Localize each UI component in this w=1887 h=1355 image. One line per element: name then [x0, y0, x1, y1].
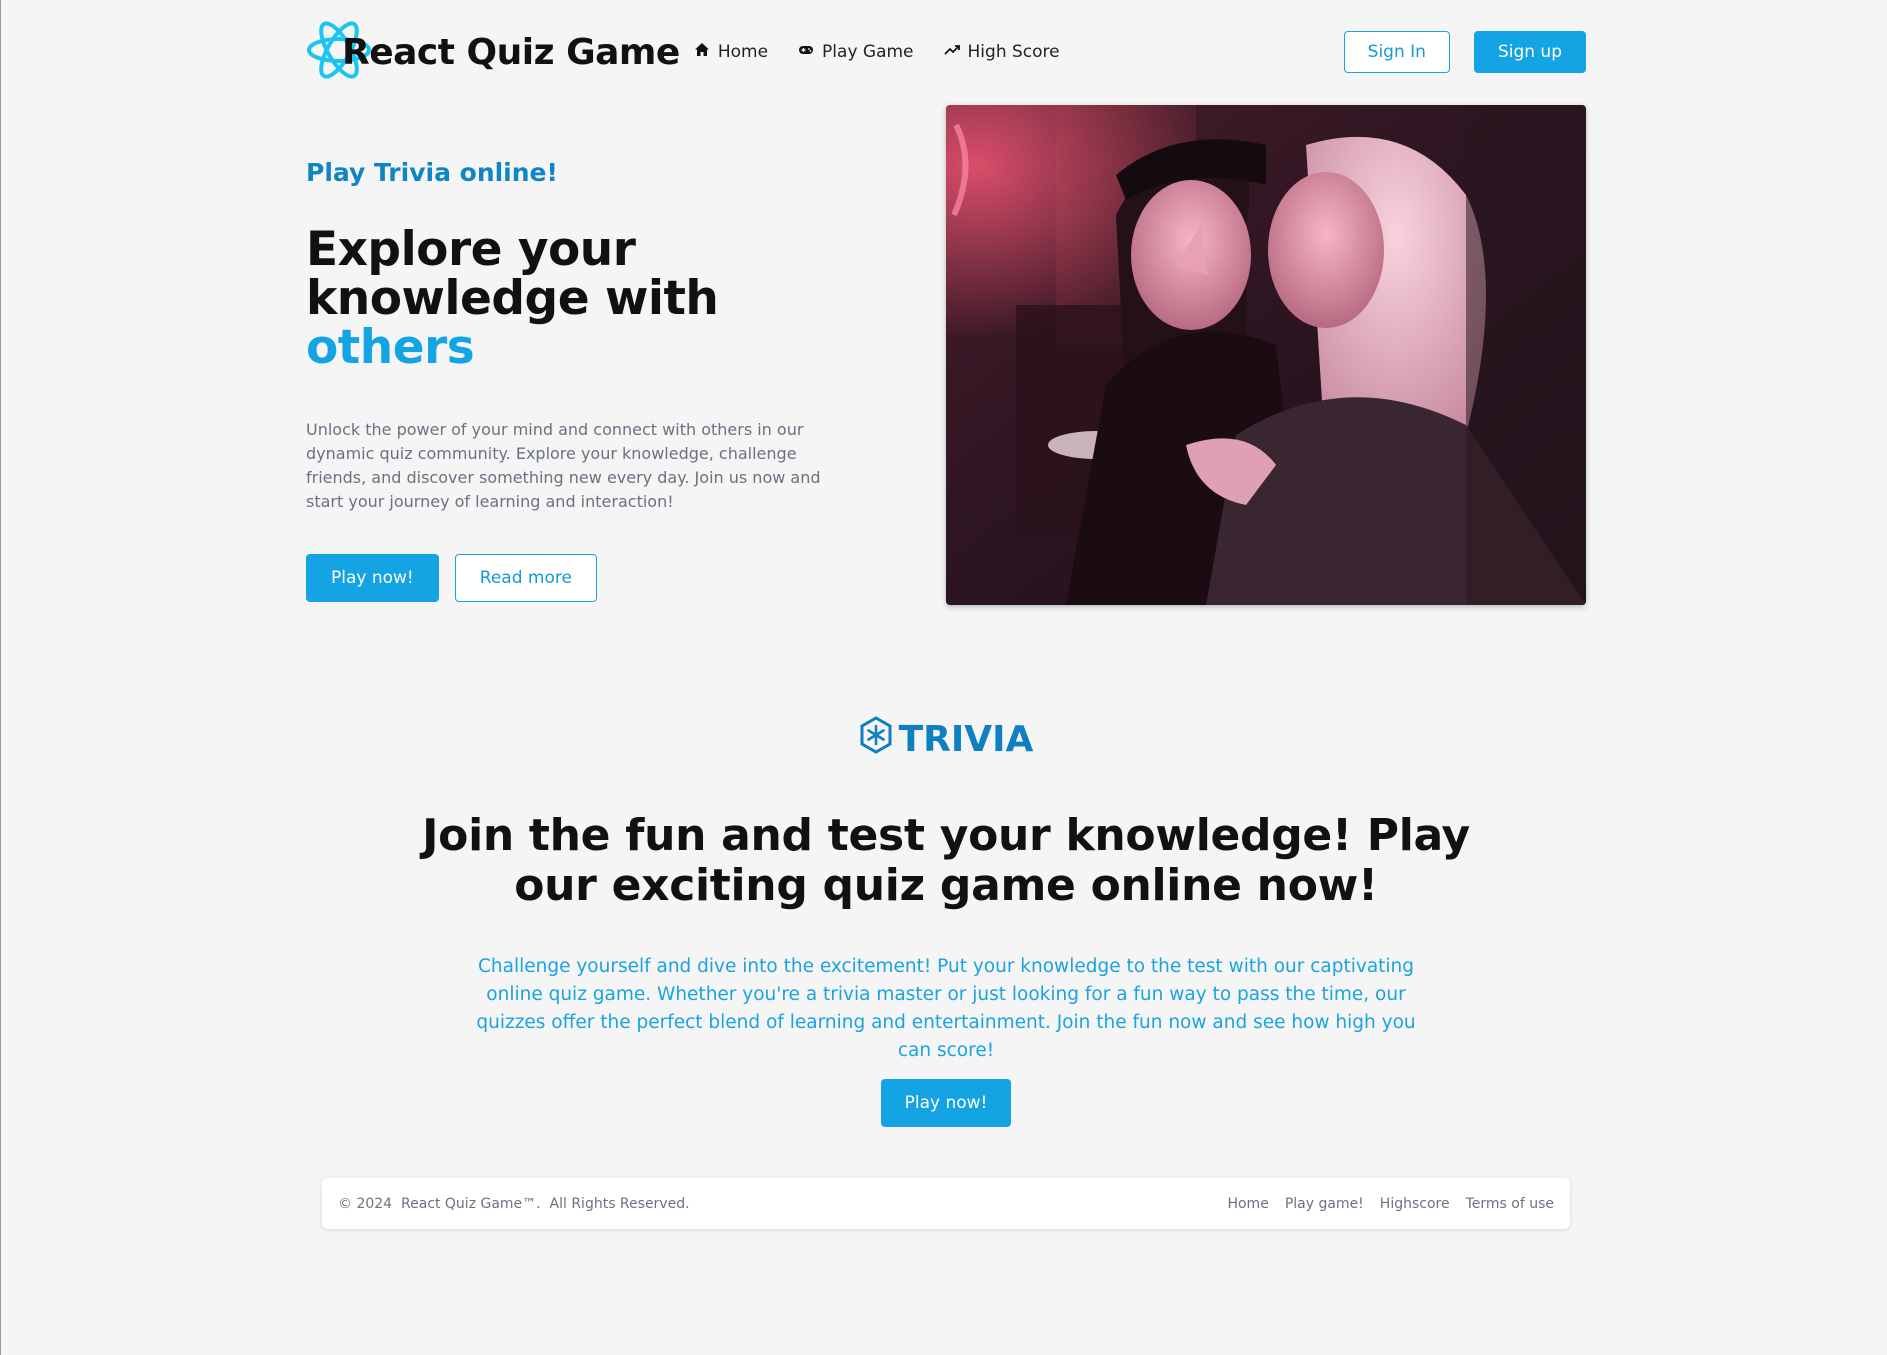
sign-up-button[interactable]: Sign up	[1473, 31, 1586, 73]
brand-title: React Quiz Game	[342, 31, 680, 73]
hero-eyebrow: Play Trivia online!	[306, 158, 558, 187]
cta-section: TRIVIA Join the fun and test your knowle…	[306, 716, 1586, 1127]
nav-label-play-game: Play Game	[822, 42, 914, 62]
hero-title-main: Explore your knowledge with	[306, 222, 719, 326]
main-nav: Home Play Game High Score	[694, 42, 1090, 63]
cta-description: Challenge yourself and dive into the exc…	[476, 956, 1416, 1061]
hero-title: Explore your knowledge with others	[306, 225, 866, 372]
site-header: React Quiz Game Home Play Game High Scor…	[306, 12, 1586, 92]
footer-link-home[interactable]: Home	[1227, 1196, 1268, 1212]
cta-title: Join the fun and test your knowledge! Pl…	[422, 810, 1470, 911]
hero-section: Play Trivia online! Explore your knowled…	[306, 158, 866, 602]
trivia-logo: TRIVIA	[306, 716, 1586, 763]
snowflake-hexagon-icon	[859, 716, 899, 763]
nav-item-home[interactable]: Home	[694, 42, 768, 63]
gamepad-icon	[798, 42, 822, 63]
footer-links: Home Play game! Highscore Terms of use	[1227, 1196, 1554, 1212]
footer-link-terms[interactable]: Terms of use	[1466, 1196, 1554, 1212]
trending-up-icon	[943, 42, 968, 63]
sign-in-button[interactable]: Sign In	[1343, 31, 1450, 73]
nav-label-home: Home	[717, 42, 769, 62]
hero-buttons: Play now! Read more	[306, 554, 866, 602]
hero-title-accent: others	[306, 320, 475, 375]
cta-button-row: Play now!	[306, 1079, 1586, 1127]
nav-item-play-game[interactable]: Play Game	[798, 42, 914, 63]
site-footer: © 2024 React Quiz Game™. All Rights Rese…	[322, 1178, 1570, 1229]
nav-label-high-score: High Score	[967, 42, 1060, 62]
auth-buttons: Sign In Sign up	[1343, 31, 1586, 73]
cta-play-now-button[interactable]: Play now!	[880, 1079, 1012, 1127]
nav-item-high-score[interactable]: High Score	[943, 42, 1060, 63]
trivia-logo-text: TRIVIA	[898, 719, 1034, 760]
footer-copyright: © 2024 React Quiz Game™. All Rights Rese…	[338, 1195, 690, 1212]
hero-description: Unlock the power of your mind and connec…	[306, 420, 821, 511]
hero-play-now-button[interactable]: Play now!	[306, 554, 439, 602]
hero-photo	[946, 105, 1586, 605]
brand[interactable]: React Quiz Game	[306, 13, 680, 91]
home-icon	[694, 42, 718, 63]
footer-link-highscore[interactable]: Highscore	[1380, 1196, 1450, 1212]
footer-link-play-game[interactable]: Play game!	[1285, 1196, 1364, 1212]
read-more-button[interactable]: Read more	[454, 554, 597, 602]
